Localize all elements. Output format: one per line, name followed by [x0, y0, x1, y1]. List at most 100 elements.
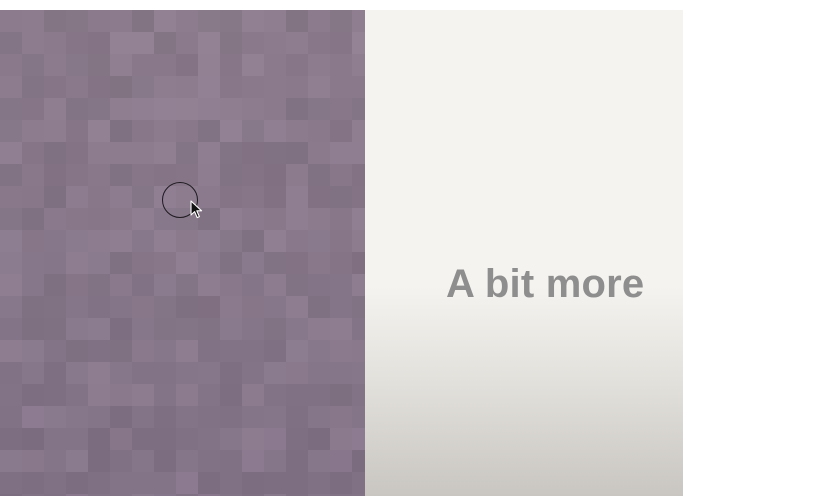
mosaic-tile [22, 274, 44, 296]
mosaic-tile [220, 296, 242, 318]
mosaic-tile [242, 208, 264, 230]
mosaic-tile [220, 142, 242, 164]
mosaic-tile [264, 186, 286, 208]
mosaic-tile [198, 406, 220, 428]
mosaic-tile [88, 274, 110, 296]
mosaic-tile [242, 164, 264, 186]
mosaic-tile [198, 362, 220, 384]
mosaic-tile [0, 32, 22, 54]
mosaic-tile [176, 296, 198, 318]
mosaic-tile [308, 274, 330, 296]
mosaic-tile [308, 318, 330, 340]
mosaic-tile [308, 472, 330, 494]
mosaic-tile [330, 208, 352, 230]
mosaic-tile [198, 54, 220, 76]
mosaic-tile [44, 120, 66, 142]
mosaic-tile [44, 32, 66, 54]
mosaic-tile [242, 142, 264, 164]
mosaic-tile [264, 384, 286, 406]
mosaic-tile [22, 54, 44, 76]
mosaic-tile [132, 10, 154, 32]
mosaic-tile [110, 32, 132, 54]
mosaic-tile [176, 384, 198, 406]
mosaic-tile [88, 76, 110, 98]
mosaic-tile [242, 98, 264, 120]
mosaic-tile [176, 120, 198, 142]
mosaic-tile [308, 76, 330, 98]
top-strip [0, 0, 683, 10]
mosaic-tile [286, 406, 308, 428]
mosaic-tile [0, 428, 22, 450]
mosaic-tile [154, 142, 176, 164]
mosaic-tile [88, 32, 110, 54]
mosaic-tile [176, 230, 198, 252]
mosaic-tile [286, 208, 308, 230]
mosaic-tile [308, 120, 330, 142]
mosaic-tile [308, 54, 330, 76]
mosaic-tile [44, 384, 66, 406]
mosaic-tile [66, 186, 88, 208]
mosaic-tile [176, 274, 198, 296]
mosaic-tile [22, 98, 44, 120]
mosaic-tile [308, 384, 330, 406]
mosaic-tile [154, 252, 176, 274]
mosaic-tile [242, 472, 264, 494]
mosaic-tile [264, 406, 286, 428]
mosaic-tile [198, 472, 220, 494]
mosaic-tile [286, 10, 308, 32]
mosaic-tile [198, 230, 220, 252]
mosaic-tile [220, 340, 242, 362]
mosaic-tile [286, 32, 308, 54]
mosaic-tile [242, 318, 264, 340]
mosaic-tile [66, 208, 88, 230]
mosaic-tile [242, 274, 264, 296]
pixelated-image-canvas[interactable] [0, 10, 365, 496]
mosaic-tile [154, 76, 176, 98]
mosaic-tile [22, 164, 44, 186]
mosaic-tile [88, 340, 110, 362]
mosaic-tile [176, 252, 198, 274]
mosaic-tile [308, 362, 330, 384]
mosaic-tile [88, 428, 110, 450]
mosaic-tile [286, 296, 308, 318]
mosaic-tile [154, 428, 176, 450]
mosaic-tile [352, 428, 365, 450]
mosaic-tile [264, 98, 286, 120]
mosaic-tile [22, 340, 44, 362]
mosaic-tile [352, 98, 365, 120]
mosaic-tile [110, 318, 132, 340]
mosaic-tile [352, 318, 365, 340]
mosaic-tile [352, 120, 365, 142]
mosaic-tile [176, 142, 198, 164]
mosaic-tile [198, 296, 220, 318]
mosaic-tile [44, 296, 66, 318]
mosaic-tile [110, 120, 132, 142]
mosaic-tile [198, 76, 220, 98]
mosaic-tile [44, 142, 66, 164]
mosaic-tile [176, 10, 198, 32]
mosaic-tile [0, 384, 22, 406]
mosaic-tile [0, 76, 22, 98]
mosaic-tile [22, 120, 44, 142]
mosaic-tile [330, 472, 352, 494]
mosaic-tile [132, 230, 154, 252]
mosaic-tile [220, 54, 242, 76]
mosaic-tile [154, 230, 176, 252]
mosaic-tile [66, 164, 88, 186]
mosaic-tile [132, 164, 154, 186]
mosaic-tile [264, 318, 286, 340]
mosaic-tile [176, 362, 198, 384]
mosaic-tile [154, 120, 176, 142]
mosaic-tile [88, 296, 110, 318]
mosaic-tile [154, 274, 176, 296]
mosaic-tile [66, 98, 88, 120]
mosaic-tile [44, 362, 66, 384]
slide-caption: A bit more [446, 262, 645, 306]
mosaic-tile [220, 230, 242, 252]
mosaic-tile [44, 318, 66, 340]
mosaic-tile [220, 362, 242, 384]
mosaic-tile [22, 142, 44, 164]
mosaic-tile [110, 362, 132, 384]
mosaic-tile [44, 230, 66, 252]
mosaic-tile [88, 10, 110, 32]
